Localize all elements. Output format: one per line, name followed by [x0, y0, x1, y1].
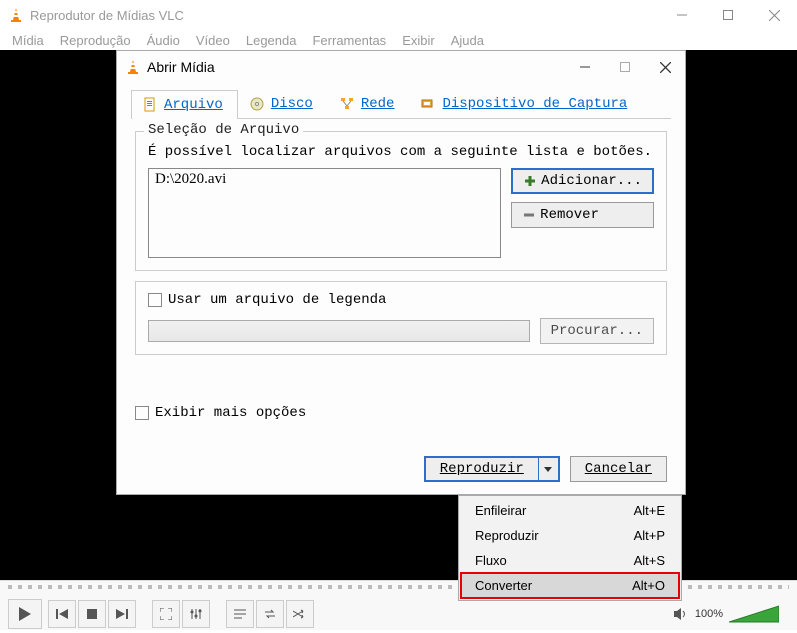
tab-disc[interactable]: Disco	[238, 89, 328, 118]
prev-button[interactable]	[48, 600, 76, 628]
subtitle-path-input	[148, 320, 530, 342]
dropdown-item-convert[interactable]: Converter Alt+O	[461, 573, 679, 598]
add-button[interactable]: Adicionar...	[511, 168, 654, 194]
volume-slider[interactable]	[729, 604, 779, 624]
tabs: Arquivo Disco Rede Dispositivo de Captur…	[131, 89, 671, 119]
dropdown-item-label: Enfileirar	[475, 503, 526, 518]
dropdown-item-shortcut: Alt+P	[634, 528, 665, 543]
more-options-label: Exibir mais opções	[155, 405, 306, 421]
subtitle-group: Usar um arquivo de legenda Procurar...	[135, 281, 667, 355]
shuffle-icon	[293, 609, 307, 619]
speaker-icon[interactable]	[673, 607, 689, 621]
file-list[interactable]: D:\2020.avi	[148, 168, 501, 258]
tab-network-label: Rede	[361, 96, 395, 112]
dropdown-item-shortcut: Alt+E	[634, 503, 665, 518]
menu-media[interactable]: Mídia	[6, 33, 50, 48]
dialog-close-button[interactable]	[645, 51, 685, 83]
volume-control: 100%	[673, 604, 789, 624]
tab-network[interactable]: Rede	[328, 89, 410, 118]
play-dropdown-arrow[interactable]	[538, 458, 558, 480]
play-button-label: Reproduzir	[426, 461, 538, 477]
remove-button-label: Remover	[540, 207, 599, 223]
dropdown-item-stream[interactable]: Fluxo Alt+S	[461, 548, 679, 573]
dropdown-item-label: Reproduzir	[475, 528, 539, 543]
tab-capture-label: Dispositivo de Captura	[442, 96, 627, 112]
plus-icon	[523, 174, 537, 188]
menu-subtitle[interactable]: Legenda	[240, 33, 303, 48]
browse-button-label: Procurar...	[551, 323, 643, 339]
menu-playback[interactable]: Reprodução	[54, 33, 137, 48]
playlist-icon	[234, 609, 246, 619]
subtitle-checkbox[interactable]	[148, 293, 162, 307]
menubar: Mídia Reprodução Áudio Vídeo Legenda Fer…	[0, 30, 797, 50]
main-window-controls	[659, 0, 797, 30]
dropdown-item-label: Converter	[475, 578, 532, 593]
browse-button: Procurar...	[540, 318, 654, 344]
add-button-label: Adicionar...	[541, 173, 642, 189]
tab-file[interactable]: Arquivo	[131, 90, 238, 119]
dialog-bottom-buttons: Reproduzir Cancelar	[424, 456, 667, 482]
loop-icon	[263, 609, 277, 619]
close-button[interactable]	[751, 0, 797, 30]
file-selection-help: É possível localizar arquivos com a segu…	[148, 144, 654, 160]
disc-icon	[249, 96, 265, 112]
fullscreen-button[interactable]	[152, 600, 180, 628]
more-options-row: Exibir mais opções	[135, 405, 667, 421]
play-dropdown-menu: Enfileirar Alt+E Reproduzir Alt+P Fluxo …	[458, 495, 682, 601]
play-pause-button[interactable]	[8, 599, 42, 629]
more-options-checkbox[interactable]	[135, 406, 149, 420]
tab-disc-label: Disco	[271, 96, 313, 112]
maximize-button[interactable]	[705, 0, 751, 30]
menu-tools[interactable]: Ferramentas	[306, 33, 392, 48]
subtitle-checkbox-label: Usar um arquivo de legenda	[168, 292, 386, 308]
stop-button[interactable]	[78, 600, 106, 628]
dropdown-item-shortcut: Alt+S	[634, 553, 665, 568]
skip-previous-icon	[56, 609, 68, 619]
dialog-titlebar: Abrir Mídia	[117, 51, 685, 83]
open-media-dialog: Abrir Mídia Arquivo Disco Rede Dispositi…	[116, 50, 686, 495]
cancel-button-label: Cancelar	[585, 461, 652, 477]
file-icon	[142, 97, 158, 113]
main-title: Reprodutor de Mídias VLC	[30, 8, 184, 23]
dialog-maximize-button[interactable]	[605, 51, 645, 83]
menu-view[interactable]: Exibir	[396, 33, 441, 48]
loop-button[interactable]	[256, 600, 284, 628]
playlist-button[interactable]	[226, 600, 254, 628]
minimize-button[interactable]	[659, 0, 705, 30]
tab-file-label: Arquivo	[164, 97, 223, 113]
dialog-title: Abrir Mídia	[147, 59, 215, 75]
minus-icon	[522, 208, 536, 222]
vlc-cone-icon	[125, 59, 141, 75]
volume-percent: 100%	[695, 608, 723, 620]
shuffle-button[interactable]	[286, 600, 314, 628]
capture-icon	[420, 96, 436, 112]
menu-audio[interactable]: Áudio	[141, 33, 186, 48]
equalizer-icon	[190, 608, 202, 620]
file-selection-group: Seleção de Arquivo É possível localizar …	[135, 131, 667, 271]
chevron-down-icon	[544, 467, 552, 472]
dropdown-item-label: Fluxo	[475, 553, 507, 568]
cancel-button[interactable]: Cancelar	[570, 456, 667, 482]
dialog-minimize-button[interactable]	[565, 51, 605, 83]
dropdown-item-enqueue[interactable]: Enfileirar Alt+E	[461, 498, 679, 523]
main-titlebar: Reprodutor de Mídias VLC	[0, 0, 797, 30]
play-split-button[interactable]: Reproduzir	[424, 456, 560, 482]
next-button[interactable]	[108, 600, 136, 628]
play-icon	[19, 607, 31, 621]
menu-video[interactable]: Vídeo	[190, 33, 236, 48]
file-list-item[interactable]: D:\2020.avi	[155, 171, 494, 188]
network-icon	[339, 96, 355, 112]
remove-button[interactable]: Remover	[511, 202, 654, 228]
fullscreen-icon	[160, 608, 172, 620]
menu-help[interactable]: Ajuda	[445, 33, 490, 48]
file-selection-legend: Seleção de Arquivo	[144, 122, 303, 138]
ext-settings-button[interactable]	[182, 600, 210, 628]
stop-icon	[87, 609, 97, 619]
vlc-cone-icon	[8, 7, 24, 23]
skip-next-icon	[116, 609, 128, 619]
tab-capture[interactable]: Dispositivo de Captura	[409, 89, 642, 118]
dropdown-item-shortcut: Alt+O	[632, 578, 665, 593]
dropdown-item-play[interactable]: Reproduzir Alt+P	[461, 523, 679, 548]
